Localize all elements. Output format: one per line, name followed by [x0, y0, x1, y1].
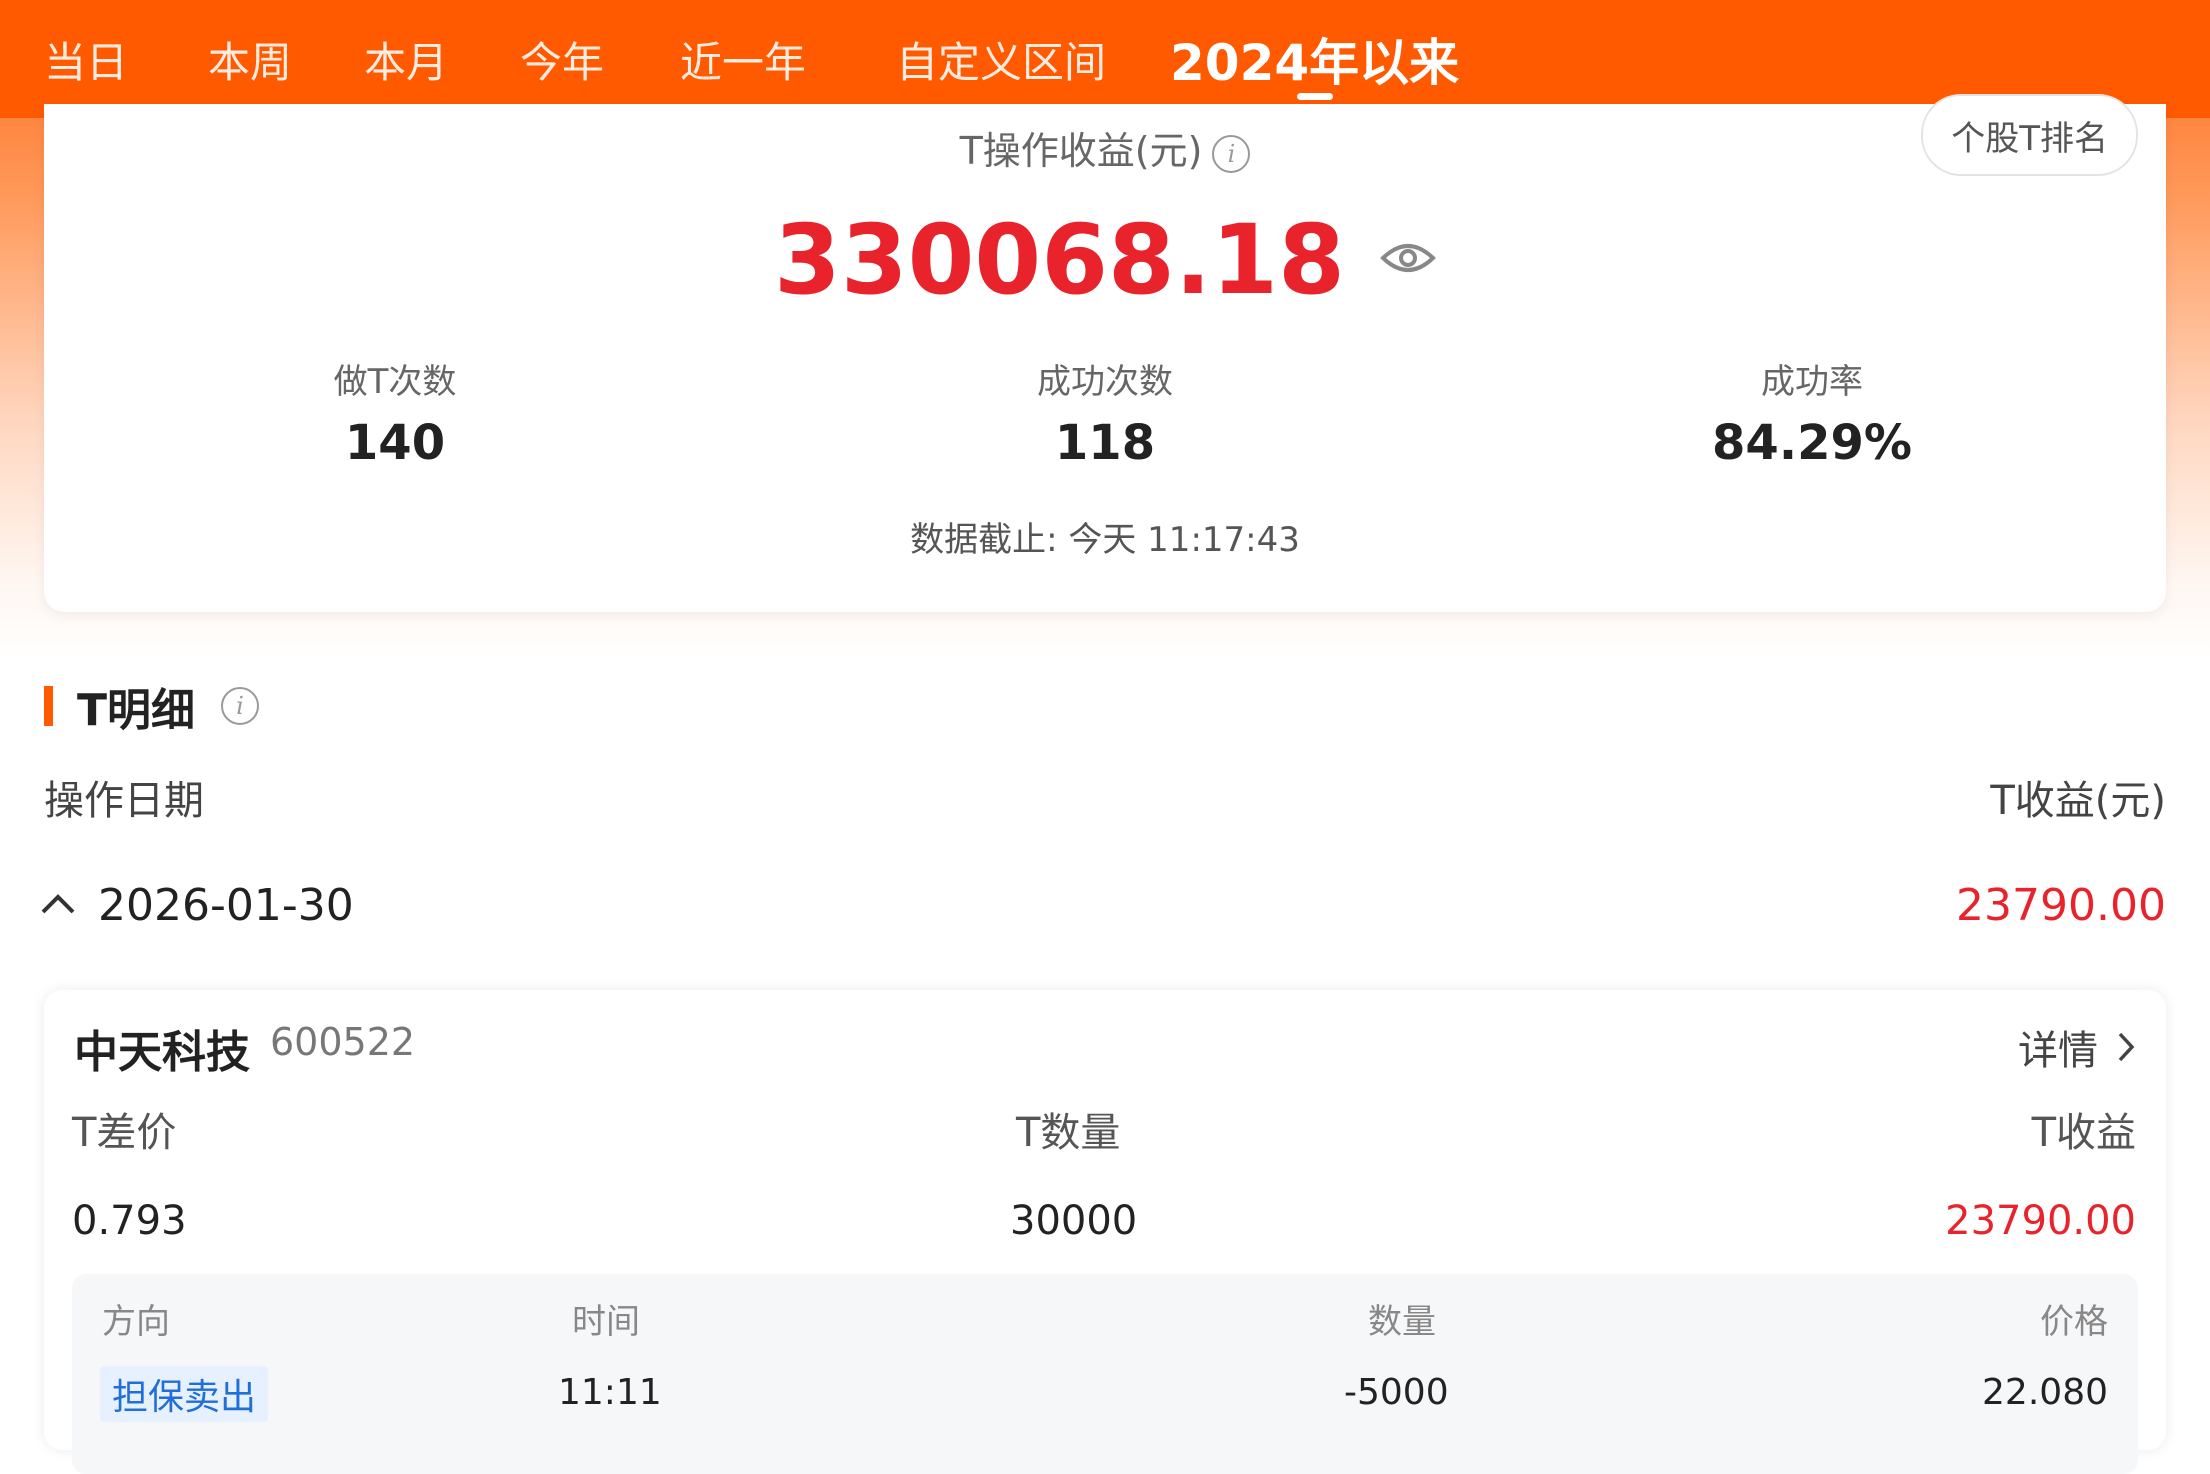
- trade-header-direction: 方向: [102, 1302, 170, 1342]
- tab-this-month[interactable]: 本月: [364, 0, 448, 118]
- date-group-row[interactable]: 2026-01-30 23790.00: [40, 870, 2166, 940]
- tab-today[interactable]: 当日: [44, 0, 128, 118]
- total-t-income: 330068.18: [774, 204, 1345, 316]
- eye-icon[interactable]: [1380, 238, 1436, 282]
- column-operation-date: 操作日期: [44, 778, 204, 824]
- data-as-of: 数据截止: 今天 11:17:43: [910, 520, 1300, 560]
- stat-success-rate: 成功率 84.29%: [1712, 362, 1912, 471]
- value-t-qty: 30000: [1010, 1198, 1138, 1244]
- active-tab-indicator: [1296, 93, 1333, 100]
- header-t-diff: T差价: [72, 1110, 177, 1156]
- stock-detail-link[interactable]: 详情: [2018, 1018, 2136, 1076]
- stock-code: 600522: [270, 1020, 416, 1064]
- column-t-income: T收益(元): [1990, 778, 2166, 824]
- stat-t-count: 做T次数 140: [333, 362, 457, 471]
- header-t-income: T收益: [2031, 1110, 2136, 1156]
- summary-title: T操作收益(元) i: [44, 120, 2166, 175]
- trade-time: 11:11: [558, 1372, 662, 1413]
- tab-this-year[interactable]: 今年: [520, 0, 604, 118]
- value-t-diff: 0.793: [72, 1198, 187, 1244]
- period-tab-bar: 当日 本周 本月 今年 近一年 自定义区间 2024年以来: [0, 0, 2210, 118]
- tab-custom-range[interactable]: 自定义区间: [896, 0, 1106, 118]
- trade-header-time: 时间: [572, 1302, 640, 1342]
- t-detail-heading: T明细 i: [44, 680, 260, 736]
- trade-qty: -5000: [1344, 1372, 1449, 1413]
- trade-list: 方向 时间 数量 价格 担保卖出 11:11 -5000 22.080: [72, 1274, 2138, 1474]
- header-t-qty: T数量: [1016, 1110, 1121, 1156]
- value-t-income: 23790.00: [1945, 1198, 2136, 1244]
- stat-success-count: 成功次数 118: [1037, 362, 1173, 471]
- section-accent-bar: [44, 686, 53, 726]
- summary-card: 个股T排名 T操作收益(元) i 330068.18 做T次数 140 成功次数 …: [44, 94, 2166, 612]
- info-icon[interactable]: i: [1212, 134, 1251, 173]
- group-income: 23790.00: [1956, 879, 2166, 931]
- trade-direction-badge: 担保卖出: [100, 1366, 269, 1422]
- trade-header-qty: 数量: [1368, 1302, 1436, 1342]
- tab-this-week[interactable]: 本周: [208, 0, 292, 118]
- stock-name: 中天科技: [74, 1027, 250, 1078]
- stock-t-card: 中天科技 600522 详情 T差价 T数量 T收益 0.793 30000 2…: [44, 990, 2166, 1474]
- tab-last-year[interactable]: 近一年: [680, 0, 806, 118]
- chevron-right-icon: [2116, 1030, 2136, 1064]
- summary-amount-row: 330068.18: [44, 204, 2166, 316]
- trade-header-price: 价格: [2040, 1302, 2108, 1342]
- tab-since-2024[interactable]: 2024年以来: [1170, 0, 1459, 118]
- chevron-up-icon[interactable]: [40, 891, 76, 919]
- trade-price: 22.080: [1982, 1372, 2108, 1413]
- info-icon[interactable]: i: [221, 687, 260, 725]
- group-date: 2026-01-30: [98, 879, 354, 931]
